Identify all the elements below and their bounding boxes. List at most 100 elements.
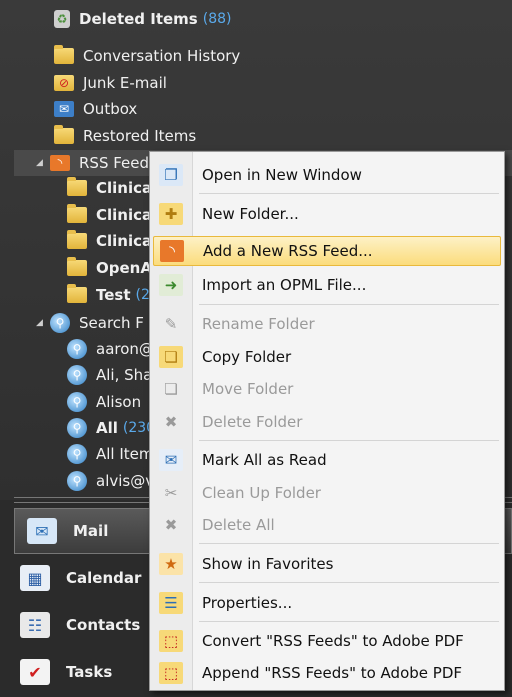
- folder-label: aaron@: [96, 340, 154, 358]
- folder-icon: [54, 45, 74, 64]
- mail-icon: ✉: [27, 518, 57, 544]
- mark-read-icon: ✉: [159, 449, 183, 471]
- folder-label: Alison: [96, 393, 142, 411]
- folder-junk-email[interactable]: ⊘ Junk E-mail: [54, 70, 167, 96]
- pdf-convert-icon: ⬚: [159, 630, 183, 652]
- menu-item-label: Move Folder: [202, 380, 294, 398]
- menu-item-label: Delete All: [202, 516, 275, 534]
- folder-search-child[interactable]: ⚲ Ali, Sha: [67, 362, 152, 388]
- folder-label: Restored Items: [83, 127, 197, 145]
- search-folder-icon: ⚲: [67, 392, 87, 412]
- recycle-bin-icon: ♻: [54, 10, 70, 28]
- delete-folder-icon: ✖: [164, 413, 178, 431]
- folder-label: All: [96, 419, 118, 437]
- menu-item-delete-all[interactable]: ✖ Delete All: [153, 510, 501, 540]
- folder-label: Outbox: [83, 100, 138, 118]
- nav-label: Contacts: [66, 616, 141, 634]
- outbox-icon: ✉: [54, 101, 74, 117]
- search-folder-icon: ⚲: [67, 418, 87, 438]
- menu-item-move-folder[interactable]: ❏ Move Folder: [153, 374, 501, 404]
- menu-separator: [199, 440, 499, 441]
- folder-restored-items[interactable]: Restored Items: [54, 123, 196, 149]
- menu-item-label: Mark All as Read: [202, 451, 327, 469]
- menu-item-label: Delete Folder: [202, 413, 303, 431]
- menu-separator: [199, 193, 499, 194]
- folder-label: Ali, Sha: [96, 366, 153, 384]
- folder-rss-child[interactable]: Clinica: [67, 228, 152, 254]
- folder-search-child[interactable]: ⚲ Alison: [67, 389, 141, 415]
- folder-search-child[interactable]: ⚲ All Item: [67, 441, 154, 467]
- folder-rss-child[interactable]: OpenA: [67, 255, 152, 281]
- menu-item-copy-folder[interactable]: ❏ Copy Folder: [153, 342, 501, 372]
- menu-item-properties[interactable]: ☰ Properties...: [153, 588, 501, 618]
- folder-icon: [54, 125, 74, 144]
- folder-icon: [67, 284, 87, 303]
- menu-separator: [199, 304, 499, 305]
- menu-item-label: New Folder...: [202, 205, 299, 223]
- folder-search-child[interactable]: ⚲ All (230: [67, 415, 155, 441]
- menu-item-mark-all-read[interactable]: ✉ Mark All as Read: [153, 445, 501, 475]
- delete-all-icon: ✖: [164, 516, 178, 534]
- junk-mail-icon: ⊘: [54, 75, 74, 91]
- import-icon: ➜: [159, 274, 183, 296]
- folder-label: Deleted Items: [79, 10, 198, 28]
- folder-deleted-items[interactable]: ♻ Deleted Items (88): [54, 6, 231, 32]
- rename-icon: ✎: [164, 315, 178, 333]
- menu-item-open-in-new-window[interactable]: ❐ Open in New Window: [153, 160, 501, 190]
- menu-item-add-rss-feed[interactable]: ◝ Add a New RSS Feed...: [153, 236, 501, 266]
- collapse-triangle-icon[interactable]: ◢: [36, 318, 46, 328]
- folder-label: OpenA: [96, 259, 152, 277]
- menu-item-delete-folder[interactable]: ✖ Delete Folder: [153, 407, 501, 437]
- menu-item-label: Add a New RSS Feed...: [203, 242, 373, 260]
- folder-label: RSS Feed: [79, 154, 150, 172]
- menu-item-label: Clean Up Folder: [202, 484, 321, 502]
- folder-rss-child[interactable]: Clinica: [67, 175, 152, 201]
- folder-label: Clinica: [96, 232, 153, 250]
- menu-item-new-folder[interactable]: ✚ New Folder...: [153, 199, 501, 229]
- folder-label: Search F: [79, 314, 144, 332]
- move-folder-icon: ❏: [164, 380, 178, 398]
- menu-item-clean-up-folder[interactable]: ✂ Clean Up Folder: [153, 478, 501, 508]
- search-folder-icon: ⚲: [67, 365, 87, 385]
- rss-feed-icon: ◝: [50, 155, 70, 171]
- collapse-triangle-icon[interactable]: ◢: [36, 158, 46, 168]
- menu-item-rename-folder[interactable]: ✎ Rename Folder: [153, 309, 501, 339]
- favorites-icon: ★: [159, 553, 183, 575]
- menu-item-convert-to-pdf[interactable]: ⬚ Convert "RSS Feeds" to Adobe PDF: [153, 626, 501, 656]
- folder-icon: [67, 257, 87, 276]
- menu-item-label: Copy Folder: [202, 348, 292, 366]
- menu-item-show-in-favorites[interactable]: ★ Show in Favorites: [153, 549, 501, 579]
- menu-item-append-to-pdf[interactable]: ⬚ Append "RSS Feeds" to Adobe PDF: [153, 658, 501, 688]
- folder-conversation-history[interactable]: Conversation History: [54, 43, 240, 69]
- folder-icon: [67, 230, 87, 249]
- properties-icon: ☰: [159, 592, 183, 614]
- context-menu: ❐ Open in New Window ✚ New Folder... ◝ A…: [149, 151, 505, 691]
- menu-item-label: Show in Favorites: [202, 555, 334, 573]
- folder-search-child[interactable]: ⚲ aaron@: [67, 336, 154, 362]
- menu-item-label: Import an OPML File...: [202, 276, 367, 294]
- folder-search-folders[interactable]: ◢ ⚲ Search F: [36, 310, 144, 336]
- pdf-append-icon: ⬚: [159, 662, 183, 684]
- folder-search-child[interactable]: ⚲ alvis@v: [67, 468, 154, 494]
- search-folder-icon: ⚲: [67, 471, 87, 491]
- menu-item-import-opml[interactable]: ➜ Import an OPML File...: [153, 270, 501, 300]
- menu-separator: [199, 582, 499, 583]
- folder-label: Conversation History: [83, 47, 241, 65]
- menu-item-label: Properties...: [202, 594, 293, 612]
- search-folder-icon: ⚲: [67, 444, 87, 464]
- calendar-icon: ▦: [20, 565, 50, 591]
- folder-rss-child[interactable]: Clinica: [67, 202, 152, 228]
- search-folder-icon: ⚲: [50, 313, 70, 333]
- clean-up-icon: ✂: [164, 484, 178, 502]
- copy-folder-icon: ❏: [159, 346, 183, 368]
- menu-item-label: Convert "RSS Feeds" to Adobe PDF: [202, 632, 464, 650]
- menu-item-label: Rename Folder: [202, 315, 315, 333]
- folder-rss-child[interactable]: Test (27: [67, 282, 159, 308]
- menu-item-label: Append "RSS Feeds" to Adobe PDF: [202, 664, 462, 682]
- nav-label: Calendar: [66, 569, 142, 587]
- folder-label: alvis@v: [96, 472, 155, 490]
- folder-label: Junk E-mail: [83, 74, 167, 92]
- folder-outbox[interactable]: ✉ Outbox: [54, 96, 137, 122]
- nav-label: Tasks: [66, 663, 113, 681]
- folder-label: Test: [96, 286, 131, 304]
